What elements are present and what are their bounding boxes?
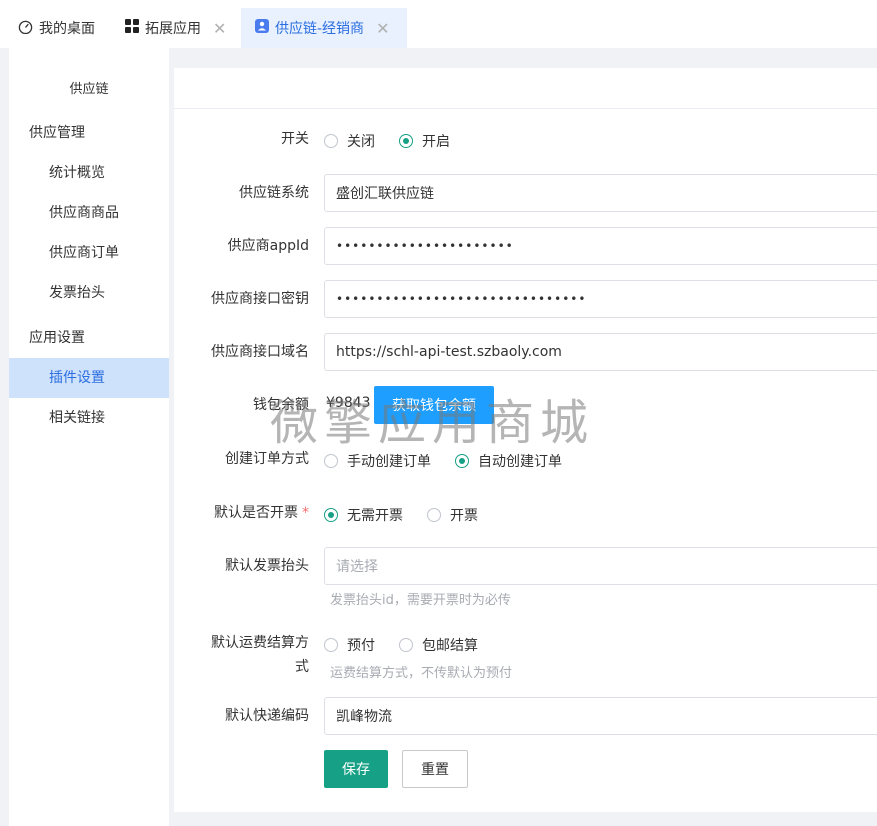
radio-circle	[324, 454, 338, 468]
sidebar: 供应链 供应管理 统计概览 供应商商品 供应商订单 发票抬头 应用设置 插件设置…	[9, 48, 169, 826]
invoice-header-hint: 发票抬头id，需要开票时为必传	[330, 593, 511, 608]
radio-circle	[324, 638, 338, 652]
dashboard-icon	[18, 19, 33, 38]
save-button[interactable]: 保存	[324, 750, 388, 788]
sidebar-item-plugin-settings[interactable]: 插件设置	[9, 358, 169, 398]
appid-label: 供应商appId	[227, 238, 309, 254]
freight-hint: 运费结算方式，不传默认为预付	[330, 666, 513, 681]
secret-label: 供应商接口密钥	[211, 291, 309, 307]
tab-label: 我的桌面	[39, 21, 95, 37]
freight-radio-group: 预付 包邮结算	[324, 635, 502, 655]
invoice-header-label: 默认发票抬头	[225, 558, 309, 574]
tab-supply-chain-dealer[interactable]: 供应链-经销商 ✕	[241, 8, 407, 48]
radio-circle	[455, 454, 469, 468]
radio-off[interactable]: 关闭	[324, 131, 375, 151]
user-badge-icon	[255, 19, 269, 37]
invoice-default-label-text: 默认是否开票	[214, 505, 298, 521]
sidebar-title: 供应链	[69, 82, 109, 97]
secret-password-field[interactable]: •••••••••••••••••••••••••••••••	[324, 280, 877, 318]
tab-label: 供应链-经销商	[275, 21, 365, 37]
radio-auto-order[interactable]: 自动创建订单	[455, 451, 562, 471]
tab-my-desktop[interactable]: 我的桌面	[18, 8, 95, 48]
sidebar-item-supplier-orders[interactable]: 供应商订单	[9, 233, 169, 273]
express-label: 默认快递编码	[225, 708, 309, 724]
freight-label-line2: 式	[295, 659, 309, 675]
radio-circle	[399, 134, 413, 148]
radio-on[interactable]: 开启	[399, 131, 450, 151]
invoice-header-select[interactable]: 请选择	[324, 547, 877, 585]
radio-label: 手动创建订单	[347, 454, 431, 470]
system-label: 供应链系统	[239, 185, 309, 201]
express-input[interactable]: 凯峰物流	[324, 697, 877, 735]
radio-free-shipping[interactable]: 包邮结算	[399, 635, 478, 655]
radio-label: 开票	[450, 508, 478, 524]
radio-label: 关闭	[347, 134, 375, 150]
sidebar-group-supply-management[interactable]: 供应管理	[9, 113, 169, 153]
required-mark: *	[302, 505, 309, 521]
invoice-default-radio-group: 无需开票 开票	[324, 505, 502, 525]
system-input[interactable]: 盛创汇联供应链	[324, 174, 877, 212]
switch-label: 开关	[281, 131, 309, 147]
switch-radio-group: 关闭 开启	[324, 131, 474, 151]
radio-circle	[324, 134, 338, 148]
sidebar-item-related-links[interactable]: 相关链接	[9, 398, 169, 438]
radio-invoice[interactable]: 开票	[427, 505, 478, 525]
radio-circle	[399, 638, 413, 652]
radio-label: 无需开票	[347, 508, 403, 524]
sidebar-item-supplier-goods[interactable]: 供应商商品	[9, 193, 169, 233]
sidebar-item-invoice-header[interactable]: 发票抬头	[9, 273, 169, 313]
sidebar-group-app-settings[interactable]: 应用设置	[9, 318, 169, 358]
tab-extension-apps[interactable]: 拓展应用 ✕	[125, 8, 226, 48]
sidebar-item-stats-overview[interactable]: 统计概览	[9, 153, 169, 193]
radio-no-invoice[interactable]: 无需开票	[324, 505, 403, 525]
radio-label: 包邮结算	[422, 638, 478, 654]
tab-label: 拓展应用	[145, 21, 201, 37]
grid-icon	[125, 19, 139, 37]
domain-label: 供应商接口域名	[211, 344, 309, 360]
radio-label: 预付	[347, 638, 375, 654]
appid-password-field[interactable]: ••••••••••••••••••••••	[324, 227, 877, 265]
domain-input[interactable]: https://schl-api-test.szbaoly.com	[324, 333, 877, 371]
freight-label: 默认运费结算方 式	[211, 633, 309, 677]
radio-manual-order[interactable]: 手动创建订单	[324, 451, 431, 471]
invoice-default-label: 默认是否开票 *	[214, 503, 309, 523]
close-icon[interactable]: ✕	[376, 19, 389, 38]
order-mode-radio-group: 手动创建订单 自动创建订单	[324, 451, 586, 471]
radio-label: 开启	[422, 134, 450, 150]
freight-label-line1: 默认运费结算方	[211, 635, 309, 651]
radio-circle	[324, 508, 338, 522]
watermark: 微擎应用商城	[270, 395, 595, 451]
reset-button[interactable]: 重置	[402, 750, 468, 788]
radio-prepaid[interactable]: 预付	[324, 635, 375, 655]
radio-circle	[427, 508, 441, 522]
tab-bar: 我的桌面 拓展应用 ✕ 供应链-经销商 ✕	[0, 0, 877, 48]
close-icon[interactable]: ✕	[213, 19, 226, 38]
radio-label: 自动创建订单	[478, 454, 562, 470]
divider	[174, 108, 877, 109]
